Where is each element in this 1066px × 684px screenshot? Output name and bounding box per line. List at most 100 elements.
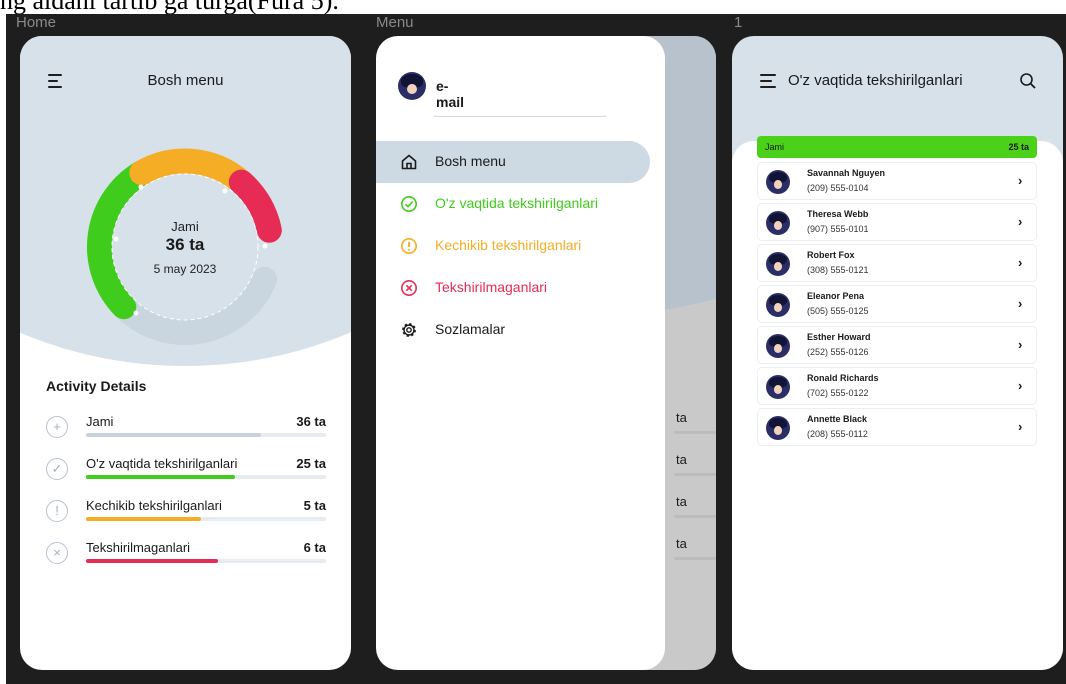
menu-drawer: e-mail Bosh menu O'z vaqtida tekshirilga… bbox=[376, 36, 665, 670]
contact-row[interactable]: Esther Howard (252) 555-0126 › bbox=[757, 326, 1037, 364]
avatar bbox=[766, 416, 790, 440]
menu-item-label: Tekshirilmaganlari bbox=[435, 279, 548, 295]
contact-phone: (209) 555-0104 bbox=[807, 183, 869, 193]
contact-phone: (308) 555-0121 bbox=[807, 265, 869, 275]
contact-name: Ronald Richards bbox=[807, 373, 879, 383]
chevron-right-icon: › bbox=[1018, 378, 1023, 393]
avatar bbox=[766, 211, 790, 235]
contact-name: Theresa Webb bbox=[807, 209, 869, 219]
contact-row[interactable]: Ronald Richards (702) 555-0122 › bbox=[757, 367, 1037, 405]
menu-item-label: Kechikib tekshirilganlari bbox=[435, 237, 582, 253]
donut-center-summary: Jami 36 ta 5 may 2023 bbox=[78, 140, 292, 354]
contact-row[interactable]: Savannah Nguyen (209) 555-0104 › bbox=[757, 162, 1037, 200]
chevron-right-icon: › bbox=[1018, 173, 1023, 188]
background-value: ta bbox=[676, 452, 687, 467]
avatar bbox=[766, 252, 790, 276]
activity-progress-fill bbox=[86, 433, 262, 437]
activity-row-jami[interactable]: + Jami 36 ta bbox=[46, 412, 326, 448]
search-icon[interactable] bbox=[1019, 72, 1037, 90]
activity-details-title: Activity Details bbox=[46, 378, 147, 394]
on-time-list-screen: O'z vaqtida tekshirilganlari Jami 25 ta … bbox=[732, 36, 1063, 670]
activity-row-late[interactable]: ! Kechikib tekshirilganlari 5 ta bbox=[46, 496, 326, 532]
contact-phone: (907) 555-0101 bbox=[807, 224, 869, 234]
activity-value: 6 ta bbox=[303, 540, 326, 555]
activity-progress-fill bbox=[86, 475, 235, 479]
avatar bbox=[766, 170, 790, 194]
summary-value: 25 ta bbox=[1008, 142, 1029, 152]
contact-name: Annette Black bbox=[807, 414, 868, 424]
avatar bbox=[766, 334, 790, 358]
menu-item-unchecked[interactable]: Tekshirilmaganlari bbox=[376, 267, 650, 309]
background-progress bbox=[674, 515, 716, 518]
activity-label: Tekshirilmaganlari bbox=[86, 540, 191, 555]
avatar bbox=[766, 375, 790, 399]
menu-item-label: Bosh menu bbox=[435, 153, 506, 169]
exclamation-circle-icon bbox=[401, 238, 417, 254]
avatar bbox=[398, 72, 426, 100]
x-circle-icon bbox=[401, 280, 417, 296]
background-value: ta bbox=[676, 410, 687, 425]
activity-value: 25 ta bbox=[296, 456, 326, 471]
avatar bbox=[766, 293, 790, 317]
menu-item-late[interactable]: Kechikib tekshirilganlari bbox=[376, 225, 650, 267]
menu-item-home[interactable]: Bosh menu bbox=[376, 141, 650, 183]
menu-item-on-time[interactable]: O'z vaqtida tekshirilganlari bbox=[376, 183, 650, 225]
contact-name: Savannah Nguyen bbox=[807, 168, 886, 178]
background-value: ta bbox=[676, 536, 687, 551]
menu-item-settings[interactable]: Sozlamalar bbox=[376, 309, 650, 351]
activity-label: Kechikib tekshirilganlari bbox=[86, 498, 222, 513]
chevron-right-icon: › bbox=[1018, 419, 1023, 434]
contact-name: Eleanor Pena bbox=[807, 291, 865, 301]
activity-value: 5 ta bbox=[303, 498, 326, 513]
frame-label-home: Home bbox=[16, 14, 57, 31]
contact-row[interactable]: Eleanor Pena (505) 555-0125 › bbox=[757, 285, 1037, 323]
contact-row[interactable]: Annette Black (208) 555-0112 › bbox=[757, 408, 1037, 446]
check-icon: ✓ bbox=[46, 458, 68, 480]
chevron-right-icon: › bbox=[1018, 214, 1023, 229]
chevron-right-icon: › bbox=[1018, 337, 1023, 352]
contact-phone: (208) 555-0112 bbox=[807, 429, 868, 439]
plus-icon: + bbox=[46, 416, 68, 438]
activity-progress-fill bbox=[86, 559, 218, 563]
exclamation-icon: ! bbox=[46, 500, 68, 522]
page-title: Bosh menu bbox=[147, 72, 224, 89]
list-header: O'z vaqtida tekshirilganlari bbox=[732, 70, 1063, 94]
activity-progress-track bbox=[86, 517, 326, 521]
summary-bar: Jami 25 ta bbox=[757, 136, 1037, 158]
donut-total-value: 36 ta bbox=[165, 234, 205, 254]
gear-icon bbox=[402, 323, 416, 337]
activity-progress-track bbox=[86, 475, 326, 479]
contact-row[interactable]: Theresa Webb (907) 555-0101 › bbox=[757, 203, 1037, 241]
home-header: Bosh menu bbox=[20, 70, 351, 94]
background-value: ta bbox=[676, 494, 687, 509]
chevron-right-icon: › bbox=[1018, 296, 1023, 311]
contact-phone: (702) 555-0122 bbox=[807, 388, 869, 398]
check-circle-icon bbox=[401, 196, 417, 212]
activity-progress-track bbox=[86, 433, 326, 437]
chevron-right-icon: › bbox=[1018, 255, 1023, 270]
donut-total-label: Jami bbox=[171, 218, 199, 234]
home-screen: Bosh menu Jami 36 ta 5 may 2023 Activity… bbox=[20, 36, 351, 670]
menu-item-label: Sozlamalar bbox=[435, 321, 506, 337]
divider bbox=[434, 116, 606, 117]
activity-row-on-time[interactable]: ✓ O'z vaqtida tekshirilganlari 25 ta bbox=[46, 454, 326, 490]
contact-row[interactable]: Robert Fox (308) 555-0121 › bbox=[757, 244, 1037, 282]
user-email: e-mail bbox=[436, 78, 465, 110]
home-icon bbox=[401, 154, 417, 170]
donut-date: 5 may 2023 bbox=[153, 261, 217, 276]
frame-label-menu: Menu bbox=[376, 14, 414, 31]
page-title: O'z vaqtida tekshirilganlari bbox=[788, 72, 963, 89]
activity-progress-fill bbox=[86, 517, 202, 521]
frame-label-list: 1 bbox=[734, 14, 743, 31]
menu-item-label: O'z vaqtida tekshirilganlari bbox=[435, 195, 598, 211]
contact-phone: (505) 555-0125 bbox=[807, 306, 869, 316]
background-progress bbox=[674, 431, 716, 434]
background-progress bbox=[674, 557, 716, 560]
hamburger-menu-icon[interactable] bbox=[760, 74, 776, 92]
x-icon: × bbox=[46, 542, 68, 564]
summary-label: Jami bbox=[765, 142, 785, 152]
activity-label: O'z vaqtida tekshirilganlari bbox=[86, 456, 238, 471]
contact-name: Esther Howard bbox=[807, 332, 871, 342]
activity-row-unchecked[interactable]: × Tekshirilmaganlari 6 ta bbox=[46, 538, 326, 574]
activity-progress-track bbox=[86, 559, 326, 563]
